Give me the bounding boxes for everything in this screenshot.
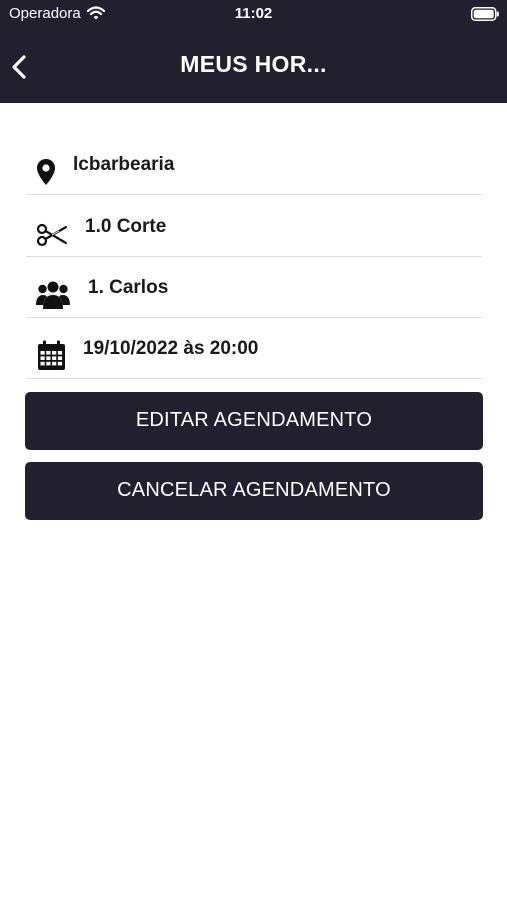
status-bar: Operadora 11:02: [0, 0, 507, 28]
detail-row-location: lcbarbearia: [26, 134, 482, 195]
battery-icon: [471, 7, 499, 21]
scissors-icon: [36, 223, 68, 247]
page-title: MEUS HOR...: [180, 51, 327, 77]
detail-row-service: 1.0 Corte: [26, 196, 482, 257]
professional-label: 1. Carlos: [88, 277, 169, 298]
edit-appointment-button[interactable]: EDITAR AGENDAMENTO: [25, 392, 483, 450]
datetime-label: 19/10/2022 às 20:00: [83, 338, 259, 359]
app-header: Operadora 11:02 MEUS HOR...: [0, 0, 507, 103]
detail-row-professional: 1. Carlos: [26, 257, 482, 318]
status-time: 11:02: [234, 5, 273, 22]
users-icon: [36, 281, 70, 309]
cancel-appointment-button[interactable]: CANCELAR AGENDAMENTO: [25, 462, 483, 520]
service-label: 1.0 Corte: [85, 216, 167, 237]
location-label: lcbarbearia: [73, 154, 175, 175]
detail-row-datetime: 19/10/2022 às 20:00: [26, 318, 482, 379]
calendar-icon: [38, 340, 65, 370]
map-pin-icon: [37, 159, 55, 185]
